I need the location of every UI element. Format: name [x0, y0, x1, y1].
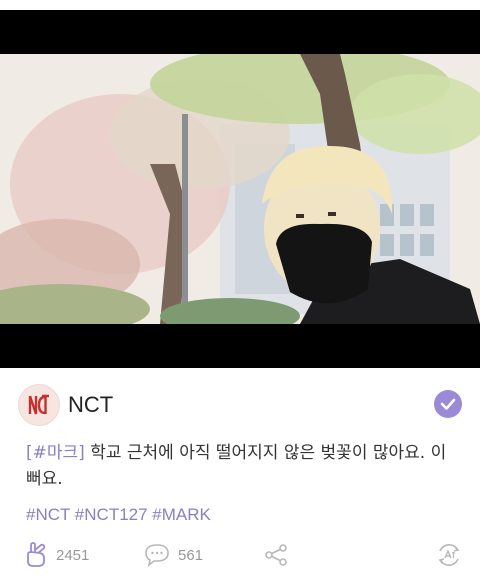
share-icon	[265, 544, 287, 566]
video-thumbnail[interactable]	[0, 54, 480, 324]
nct-logo-icon	[28, 394, 49, 415]
channel-name[interactable]: NCT	[68, 392, 113, 418]
post-header: NCT	[18, 384, 462, 426]
post-caption: [#마크] 학교 근처에 아직 떨어지지 않은 벚꽃이 많아요. 이뻐요.	[26, 440, 456, 492]
like-button[interactable]: 2451	[24, 540, 89, 570]
comment-icon	[145, 544, 169, 567]
like-count: 2451	[56, 546, 90, 564]
finger-heart-icon	[27, 542, 46, 567]
comment-button[interactable]: 561	[144, 540, 203, 570]
translate-button[interactable]	[436, 540, 462, 570]
share-button[interactable]	[264, 540, 288, 570]
check-icon	[440, 398, 456, 410]
comment-count: 561	[178, 546, 204, 564]
caption-text: 학교 근처에 아직 떨어지지 않은 벚꽃이 많아요. 이뻐요.	[26, 443, 447, 489]
video-player[interactable]	[0, 10, 480, 368]
action-bar: 2451 561	[24, 540, 464, 570]
translate-icon	[438, 544, 460, 566]
hashtags[interactable]: #NCT #NCT127 #MARK	[26, 505, 211, 525]
verified-badge[interactable]	[434, 390, 462, 418]
video-scene-image	[0, 54, 480, 324]
caption-tag[interactable]: [#마크]	[26, 443, 85, 463]
channel-avatar[interactable]	[18, 384, 60, 426]
